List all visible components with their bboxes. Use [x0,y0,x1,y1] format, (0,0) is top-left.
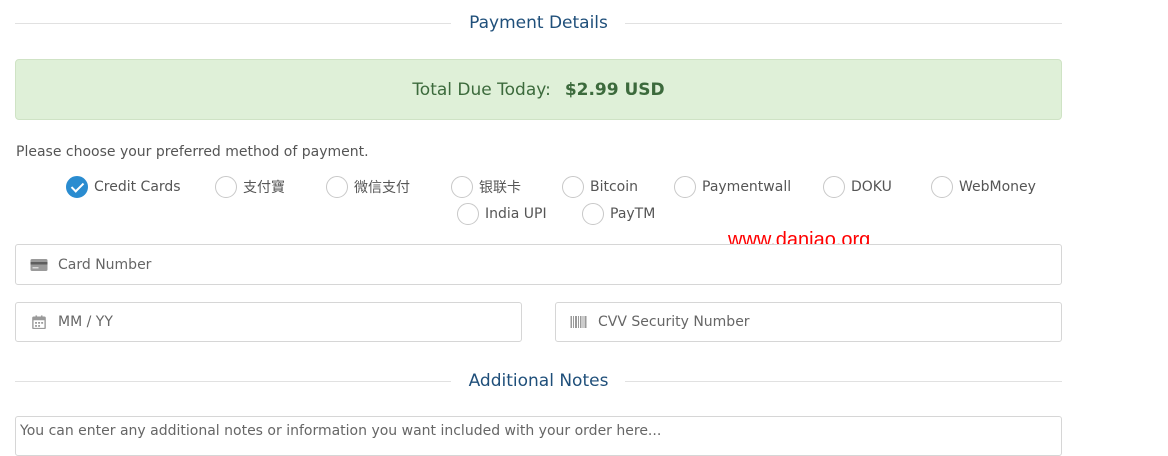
calendar-icon [32,315,46,329]
payment-details-heading: Payment Details [15,13,1062,34]
expiry-date-field[interactable]: MM / YY [15,302,522,342]
payment-option-india-upi[interactable]: India UPI [457,203,547,225]
divider-right [625,23,1062,24]
payment-option-paymentwall[interactable]: Paymentwall [674,176,791,198]
payment-option-label: Paymentwall [702,179,792,195]
card-number-placeholder: Card Number [58,256,152,273]
payment-option-alipay[interactable]: 支付寶 [215,176,285,198]
radio-icon[interactable] [451,176,473,198]
payment-option-label: Credit Cards [94,179,181,195]
radio-checked-icon[interactable] [66,176,88,198]
expiry-placeholder: MM / YY [58,314,113,330]
divider-right [625,381,1062,382]
radio-icon[interactable] [931,176,953,198]
payment-option-paytm[interactable]: PayTM [582,203,655,225]
radio-icon[interactable] [326,176,348,198]
payment-option-doku[interactable]: DOKU [823,176,892,198]
payment-option-label: Bitcoin [590,179,639,195]
payment-option-label: 支付寶 [243,180,285,196]
cvv-field[interactable]: CVV Security Number [555,302,1062,342]
radio-icon[interactable] [582,203,604,225]
radio-icon[interactable] [215,176,237,198]
payment-option-unionpay[interactable]: 银联卡 [451,176,521,198]
payment-option-label: 微信支付 [354,180,410,196]
radio-icon[interactable] [562,176,584,198]
payment-option-label: 银联卡 [479,180,521,196]
additional-notes-heading: Additional Notes [15,371,1062,392]
radio-icon[interactable] [823,176,845,198]
additional-notes-textarea[interactable]: You can enter any additional notes or in… [15,416,1062,456]
credit-card-icon [30,258,48,271]
payment-option-label: WebMoney [959,179,1036,195]
barcode-icon [570,316,587,328]
total-due-label: Total Due Today: [412,79,551,100]
payment-option-label: India UPI [485,206,547,222]
total-due-amount: $2.99 USD [564,79,665,100]
payment-method-prompt: Please choose your preferred method of p… [16,144,369,160]
radio-icon[interactable] [674,176,696,198]
payment-option-wechat-pay[interactable]: 微信支付 [326,176,410,198]
notes-placeholder: You can enter any additional notes or in… [20,423,662,439]
payment-option-bitcoin[interactable]: Bitcoin [562,176,638,198]
payment-option-label: PayTM [610,206,656,222]
radio-icon[interactable] [457,203,479,225]
payment-option-credit-cards[interactable]: Credit Cards [66,176,181,198]
total-due-banner: Total Due Today: $2.99 USD [15,59,1062,120]
cvv-placeholder: CVV Security Number [598,314,750,330]
card-number-field[interactable]: Card Number [15,244,1062,285]
payment-option-webmoney[interactable]: WebMoney [931,176,1036,198]
payment-option-label: DOKU [851,179,892,195]
